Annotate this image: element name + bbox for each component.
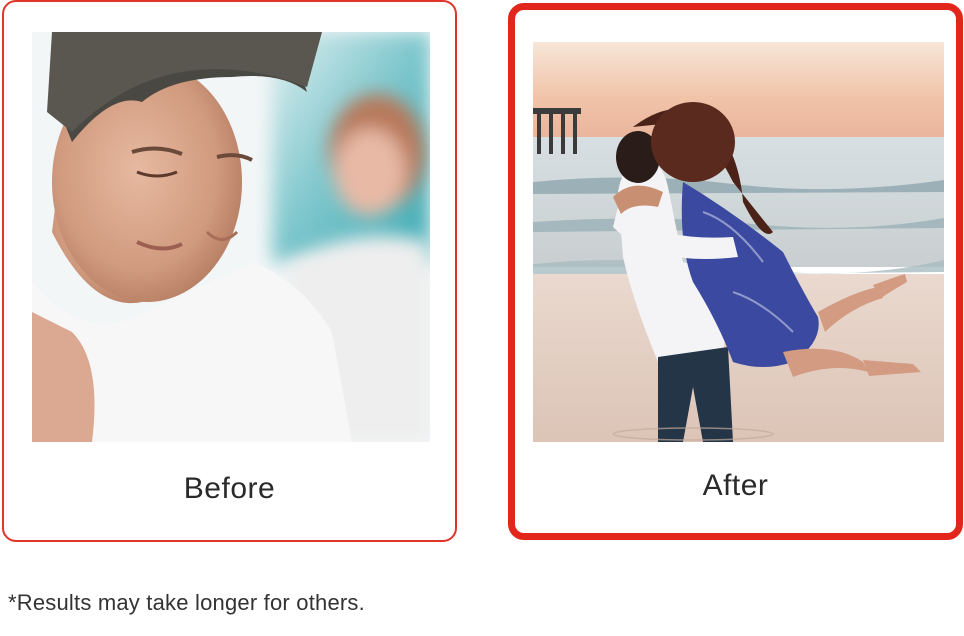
after-card: After [508,3,963,540]
after-caption: After [702,469,769,502]
before-photo [32,32,430,442]
after-photo [533,42,944,442]
before-card: Before [2,0,457,542]
after-photo-illustration [533,42,944,442]
before-after-comparison: Before After *Results may take longer fo… [0,0,964,636]
before-caption: Before [183,472,276,505]
before-photo-illustration [32,32,430,442]
results-disclaimer: *Results may take longer for others. [8,590,365,615]
